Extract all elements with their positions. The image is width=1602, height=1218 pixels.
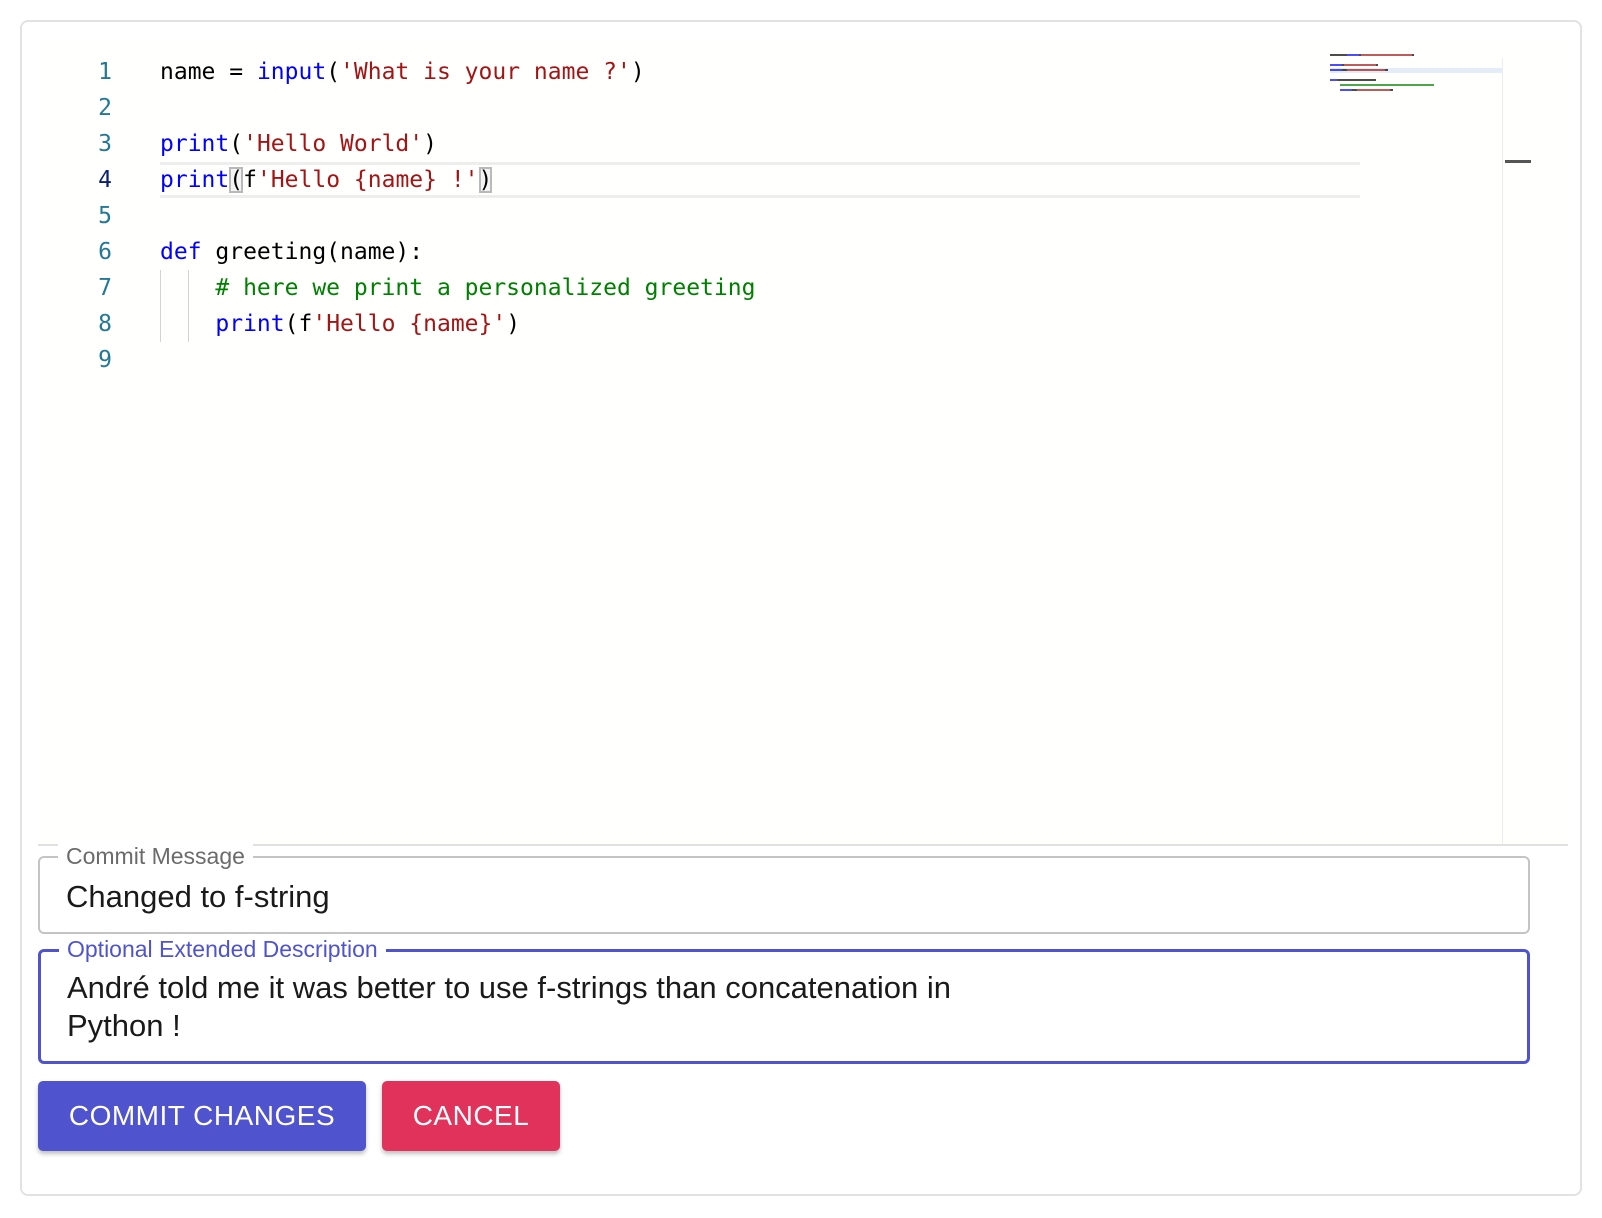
code-token: print [160, 131, 230, 157]
code-line[interactable]: print('Hello World') [160, 126, 1360, 162]
commit-message-field[interactable]: Commit Message Changed to f-string [38, 842, 1530, 934]
code-token: (f [284, 311, 313, 337]
minimap-token [1411, 54, 1414, 56]
minimap-line [1330, 84, 1502, 87]
minimap-token [1390, 89, 1393, 91]
commit-message-input[interactable]: Changed to f-string [66, 878, 330, 916]
minimap-indent [1330, 84, 1340, 86]
line-number: 2 [98, 95, 112, 121]
minimap[interactable] [1330, 54, 1502, 94]
code-token: print [215, 311, 285, 337]
minimap-indent [1330, 89, 1340, 91]
minimap-token [1337, 79, 1376, 81]
cancel-button[interactable]: CANCEL [382, 1081, 560, 1151]
indent-guide [160, 306, 161, 342]
code-line[interactable]: print(f'Hello {name}') [160, 306, 1360, 342]
code-token: ) [478, 167, 493, 193]
code-line[interactable]: name = input('What is your name ?') [160, 54, 1360, 90]
code-token: ( [229, 167, 244, 193]
minimap-line [1330, 89, 1502, 92]
indent-guide [188, 270, 189, 306]
code-line[interactable]: # here we print a personalized greeting [160, 270, 1360, 306]
line-number: 3 [98, 131, 112, 157]
line-number-gutter: 1 2 3 4 5 6 7 8 9 [38, 54, 138, 378]
minimap-token [1340, 89, 1352, 91]
code-token: ( [229, 131, 244, 157]
code-editor[interactable]: 123456789 name = input('What is your nam… [38, 38, 1568, 846]
minimap-token [1356, 89, 1391, 91]
minimap-token [1330, 79, 1338, 81]
code-line[interactable] [160, 198, 1360, 234]
line-number: 7 [98, 275, 112, 301]
line-number: 5 [98, 203, 112, 229]
minimap-token [1344, 64, 1376, 66]
indent-guide [160, 270, 161, 306]
code-line[interactable] [160, 90, 1360, 126]
minimap-token [1330, 69, 1342, 71]
minimap-line [1330, 94, 1502, 97]
code-token: print [160, 167, 230, 193]
minimap-token [1346, 54, 1359, 56]
line-number: 4 [98, 167, 112, 193]
code-token: # here we print a personalized greeting [215, 275, 756, 301]
code-token: f [243, 167, 257, 193]
minimap-token [1385, 69, 1388, 71]
minimap-line [1330, 74, 1502, 77]
commit-changes-button[interactable]: COMMIT CHANGES [38, 1081, 366, 1151]
line-number: 1 [98, 59, 112, 85]
minimap-token [1330, 64, 1342, 66]
code-token: greeting(name): [201, 239, 424, 265]
vertical-scrollbar[interactable] [1502, 58, 1531, 844]
code-line[interactable] [160, 342, 1360, 378]
code-token: ) [506, 311, 521, 337]
minimap-line [1330, 59, 1502, 62]
code-token: name = [160, 59, 257, 85]
code-token: input [256, 59, 327, 85]
extended-description-label: Optional Extended Description [59, 935, 386, 963]
line-number: 8 [98, 311, 112, 337]
code-token: 'Hello World' [243, 131, 424, 157]
minimap-token [1330, 54, 1347, 56]
code-line[interactable]: def greeting(name): [160, 234, 1360, 270]
extended-description-field[interactable]: Optional Extended Description André told… [38, 935, 1530, 1064]
extended-description-textarea[interactable]: André told me it was better to use f-str… [67, 969, 1027, 1045]
code-token: ) [423, 131, 437, 157]
code-line[interactable]: print(f'Hello {name} !') [160, 162, 1360, 198]
minimap-token [1375, 64, 1378, 66]
indent-guide [188, 306, 189, 342]
minimap-token [1361, 54, 1412, 56]
code-token: ) [630, 59, 645, 85]
minimap-line [1330, 79, 1502, 82]
code-token: 'Hello {name} !' [256, 167, 479, 193]
minimap-token [1346, 69, 1386, 71]
commit-dialog: 123456789 name = input('What is your nam… [20, 20, 1582, 1196]
scrollbar-cursor-marker [1505, 160, 1531, 163]
code-content[interactable]: name = input('What is your name ?') print… [160, 54, 1360, 378]
line-number: 6 [98, 239, 112, 265]
code-token: 'Hello {name}' [312, 311, 507, 337]
code-token: def [160, 239, 202, 265]
code-token: ( [326, 59, 341, 85]
minimap-line [1330, 54, 1502, 57]
line-number: 9 [98, 347, 112, 373]
minimap-line [1330, 69, 1502, 72]
minimap-line [1330, 64, 1502, 67]
code-token: 'What is your name ?' [340, 59, 631, 85]
minimap-token [1340, 84, 1434, 86]
commit-message-label: Commit Message [58, 842, 253, 870]
